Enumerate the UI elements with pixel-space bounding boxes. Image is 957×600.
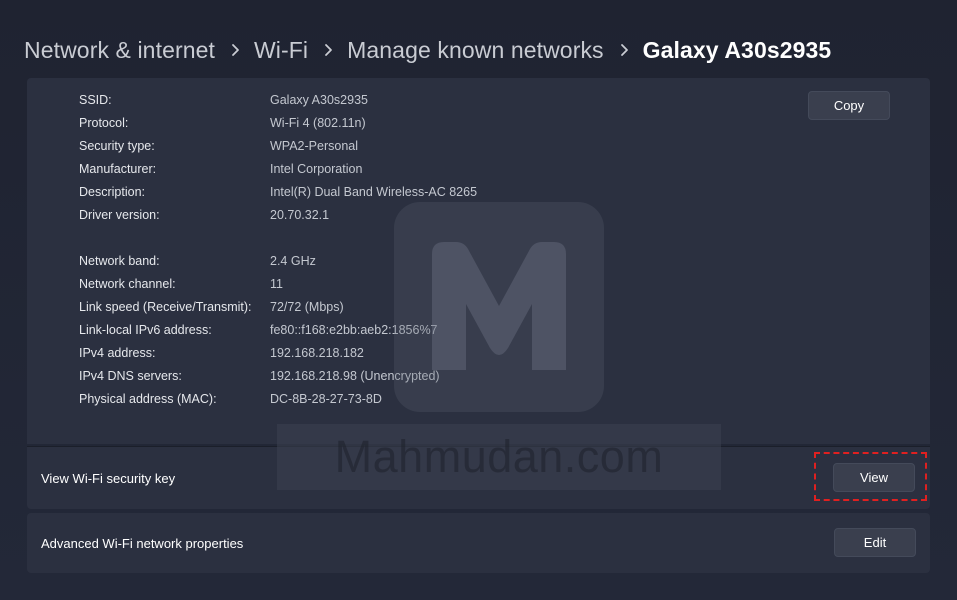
property-value: fe80::f168:e2bb:aeb2:1856%7 <box>270 323 438 337</box>
chevron-right-icon <box>324 43 333 57</box>
property-value: 20.70.32.1 <box>270 208 330 222</box>
property-value: WPA2-Personal <box>270 139 358 153</box>
property-key: Driver version: <box>79 208 160 222</box>
breadcrumb-network-internet[interactable]: Network & internet <box>24 37 215 64</box>
property-value: Galaxy A30s2935 <box>270 93 368 107</box>
property-row-mac-address: Physical address (MAC): DC-8B-28-27-73-8… <box>79 389 382 409</box>
property-value: Intel Corporation <box>270 162 363 176</box>
property-key: Link-local IPv6 address: <box>79 323 212 337</box>
property-value: 2.4 GHz <box>270 254 316 268</box>
property-key: IPv4 DNS servers: <box>79 369 182 383</box>
security-key-row: View Wi-Fi security key View <box>27 446 930 509</box>
security-key-label: View Wi-Fi security key <box>41 470 176 486</box>
property-row-ssid: SSID: Galaxy A30s2935 <box>79 90 368 110</box>
property-key: Protocol: <box>79 116 129 130</box>
property-key: Physical address (MAC): <box>79 392 217 406</box>
property-row-network-band: Network band: 2.4 GHz <box>79 251 316 271</box>
copy-button[interactable]: Copy <box>808 91 890 120</box>
chevron-right-icon <box>231 43 240 57</box>
property-row-link-speed: Link speed (Receive/Transmit): 72/72 (Mb… <box>79 297 344 317</box>
property-row-ipv6-address: Link-local IPv6 address: fe80::f168:e2bb… <box>79 320 438 340</box>
property-key: SSID: <box>79 93 112 107</box>
property-value: 192.168.218.98 (Unencrypted) <box>270 369 440 383</box>
property-key: Manufacturer: <box>79 162 157 176</box>
property-key: Security type: <box>79 139 155 153</box>
property-row-driver-version: Driver version: 20.70.32.1 <box>79 205 329 225</box>
property-row-manufacturer: Manufacturer: Intel Corporation <box>79 159 362 179</box>
property-key: Link speed (Receive/Transmit): <box>79 300 252 314</box>
highlight-annotation <box>814 452 927 501</box>
property-row-description: Description: Intel(R) Dual Band Wireless… <box>79 182 477 202</box>
edit-advanced-button[interactable]: Edit <box>834 528 916 557</box>
advanced-properties-label: Advanced Wi-Fi network properties <box>41 535 244 551</box>
settings-page: Network & internet Wi-Fi Manage known ne… <box>0 0 957 600</box>
property-row-protocol: Protocol: Wi-Fi 4 (802.11n) <box>79 113 366 133</box>
breadcrumb: Network & internet Wi-Fi Manage known ne… <box>24 30 831 70</box>
property-row-ipv4-address: IPv4 address: 192.168.218.182 <box>79 343 364 363</box>
network-properties-card: SSID: Galaxy A30s2935 Protocol: Wi-Fi 4 … <box>27 78 930 444</box>
property-key: IPv4 address: <box>79 346 156 360</box>
property-row-ipv4-dns: IPv4 DNS servers: 192.168.218.98 (Unencr… <box>79 366 440 386</box>
property-value: 11 <box>270 277 283 291</box>
property-value: Wi-Fi 4 (802.11n) <box>270 116 366 130</box>
chevron-right-icon <box>620 43 629 57</box>
property-row-security-type: Security type: WPA2-Personal <box>79 136 358 156</box>
property-key: Description: <box>79 185 145 199</box>
page-title: Galaxy A30s2935 <box>642 36 832 63</box>
property-value: Intel(R) Dual Band Wireless-AC 8265 <box>270 185 478 199</box>
property-value: 72/72 (Mbps) <box>270 300 344 314</box>
advanced-properties-row: Advanced Wi-Fi network properties Edit <box>27 513 930 573</box>
property-key: Network band: <box>79 254 160 268</box>
breadcrumb-manage-known-networks[interactable]: Manage known networks <box>347 37 604 64</box>
breadcrumb-wifi[interactable]: Wi-Fi <box>254 37 308 64</box>
property-key: Network channel: <box>79 277 176 291</box>
property-row-network-channel: Network channel: 11 <box>79 274 283 294</box>
property-value: 192.168.218.182 <box>270 346 364 360</box>
property-value: DC-8B-28-27-73-8D <box>270 392 382 406</box>
